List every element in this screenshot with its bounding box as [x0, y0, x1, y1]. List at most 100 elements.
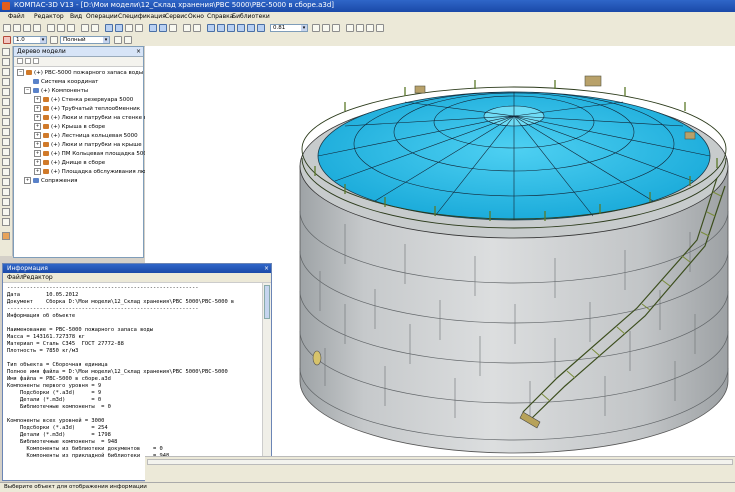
properties-icon[interactable] — [105, 24, 113, 32]
close-icon[interactable]: × — [136, 47, 141, 56]
expand-icon[interactable]: + — [34, 114, 41, 121]
orientation-icon[interactable] — [332, 24, 340, 32]
expand-icon[interactable]: + — [34, 105, 41, 112]
specification-icon[interactable] — [2, 138, 10, 146]
variables-icon[interactable] — [125, 24, 133, 32]
menu-editor[interactable]: Редактор — [34, 13, 64, 20]
menu-service[interactable]: Сервис — [165, 13, 187, 20]
expand-icon[interactable]: + — [34, 96, 41, 103]
close-icon[interactable]: × — [264, 264, 269, 273]
expand-icon[interactable]: + — [34, 159, 41, 166]
new-document-icon[interactable] — [3, 24, 11, 32]
zoom-fit-icon[interactable] — [237, 24, 245, 32]
scale-icon[interactable] — [3, 36, 11, 44]
fasteners-icon[interactable] — [2, 178, 10, 186]
grid-icon[interactable] — [124, 36, 132, 44]
zoom-previous-icon[interactable] — [247, 24, 255, 32]
tree-item[interactable]: + (+) Люки и патрубки на крыше — [34, 141, 142, 149]
tree-item[interactable]: + (+) ПМ Кольцевая площадка 5000 — [34, 150, 150, 158]
model-tree-icon[interactable] — [159, 24, 167, 32]
expand-icon[interactable]: + — [34, 132, 41, 139]
tree-item[interactable]: + (+) Стенка резервуара 5000 — [34, 96, 133, 104]
scale-combo[interactable]: 1.0 ▾ — [13, 36, 47, 44]
expand-icon[interactable]: + — [34, 141, 41, 148]
rotate-icon[interactable] — [322, 24, 330, 32]
measure-icon[interactable] — [135, 24, 143, 32]
tree-order-icon[interactable] — [17, 58, 23, 64]
cut-icon[interactable] — [47, 24, 55, 32]
tree-filter-icon[interactable] — [33, 58, 39, 64]
tree-item[interactable]: + Сопряжения — [24, 177, 77, 185]
print-icon[interactable] — [33, 24, 41, 32]
library-icon[interactable] — [2, 232, 10, 240]
open-icon[interactable] — [13, 24, 21, 32]
library-manager-icon[interactable] — [115, 24, 123, 32]
hidden-lines-icon[interactable] — [366, 24, 374, 32]
surfaces-icon[interactable] — [2, 78, 10, 86]
expand-icon[interactable]: + — [34, 168, 41, 175]
cursor-icon[interactable] — [183, 24, 191, 32]
tree-structure-icon[interactable] — [25, 58, 31, 64]
tree-item[interactable]: Система координат — [24, 78, 98, 86]
information-scrollbar[interactable] — [262, 283, 271, 480]
collapse-icon[interactable]: − — [17, 69, 24, 76]
edit-part-icon[interactable] — [2, 48, 10, 56]
mates-node-icon — [33, 178, 39, 183]
copy-icon[interactable] — [57, 24, 65, 32]
auxiliary-geometry-icon[interactable] — [2, 98, 10, 106]
layer-icon[interactable] — [50, 36, 58, 44]
paste-icon[interactable] — [67, 24, 75, 32]
undo-icon[interactable] — [81, 24, 89, 32]
menu-help[interactable]: Справка — [207, 13, 233, 20]
expand-icon[interactable]: + — [34, 150, 41, 157]
expand-icon[interactable]: + — [24, 177, 31, 184]
arrays-icon[interactable] — [2, 88, 10, 96]
reports-icon[interactable] — [2, 148, 10, 156]
mates-icon[interactable] — [2, 168, 10, 176]
information-text[interactable]: ----------------------------------------… — [3, 283, 263, 480]
menu-specification[interactable]: Спецификация — [118, 13, 166, 20]
assembly-icon[interactable] — [2, 58, 10, 66]
info-menu-file[interactable]: Файл — [7, 274, 24, 281]
save-icon[interactable] — [23, 24, 31, 32]
style-combo[interactable]: Полный ▾ — [60, 36, 110, 44]
menu-window[interactable]: Окно — [188, 13, 204, 20]
rebuild-icon[interactable] — [149, 24, 157, 32]
tree-item[interactable]: + (+) Крыша в сборе — [34, 123, 105, 131]
menu-view[interactable]: Вид — [70, 13, 82, 20]
menu-file[interactable]: Файл — [8, 13, 25, 20]
menu-libraries[interactable]: Библиотеки — [232, 13, 270, 20]
section-icon[interactable] — [2, 208, 10, 216]
collapse-icon[interactable]: − — [24, 87, 31, 94]
shaded-icon[interactable] — [346, 24, 354, 32]
expand-icon[interactable]: + — [34, 123, 41, 130]
selection-icon[interactable] — [2, 188, 10, 196]
pan-icon[interactable] — [312, 24, 320, 32]
perspective-icon[interactable] — [376, 24, 384, 32]
horizontal-scrollbar[interactable] — [147, 459, 733, 465]
spatial-curves-icon[interactable] — [2, 68, 10, 76]
menu-operations[interactable]: Операции — [86, 13, 118, 20]
info-menu-editor[interactable]: Редактор — [23, 274, 53, 281]
zoom-dynamic-icon[interactable] — [257, 24, 265, 32]
tree-item[interactable]: − (+) Компоненты — [24, 87, 88, 95]
weld-icon[interactable] — [2, 218, 10, 226]
snap-icon[interactable] — [114, 36, 122, 44]
designations-icon[interactable] — [2, 118, 10, 126]
diagnostics-icon[interactable] — [2, 128, 10, 136]
zoom-combo[interactable]: 0.81 ▾ — [270, 24, 308, 32]
help-icon[interactable] — [169, 24, 177, 32]
dimensions-icon[interactable] — [2, 108, 10, 116]
zoom-in-icon[interactable] — [207, 24, 215, 32]
refresh-icon[interactable] — [193, 24, 201, 32]
wireframe-icon[interactable] — [356, 24, 364, 32]
sheet-metal-icon[interactable] — [2, 158, 10, 166]
zoom-frame-icon[interactable] — [227, 24, 235, 32]
scrollbar-thumb[interactable] — [264, 285, 270, 319]
tree-item[interactable]: + (+) Трубчатый теплообменник — [34, 105, 140, 113]
tree-item[interactable]: + (+) Лестница кольцевая 5000 — [34, 132, 138, 140]
tree-item[interactable]: + (+) Днище в сборе — [34, 159, 105, 167]
redo-icon[interactable] — [91, 24, 99, 32]
macro-icon[interactable] — [2, 198, 10, 206]
zoom-out-icon[interactable] — [217, 24, 225, 32]
